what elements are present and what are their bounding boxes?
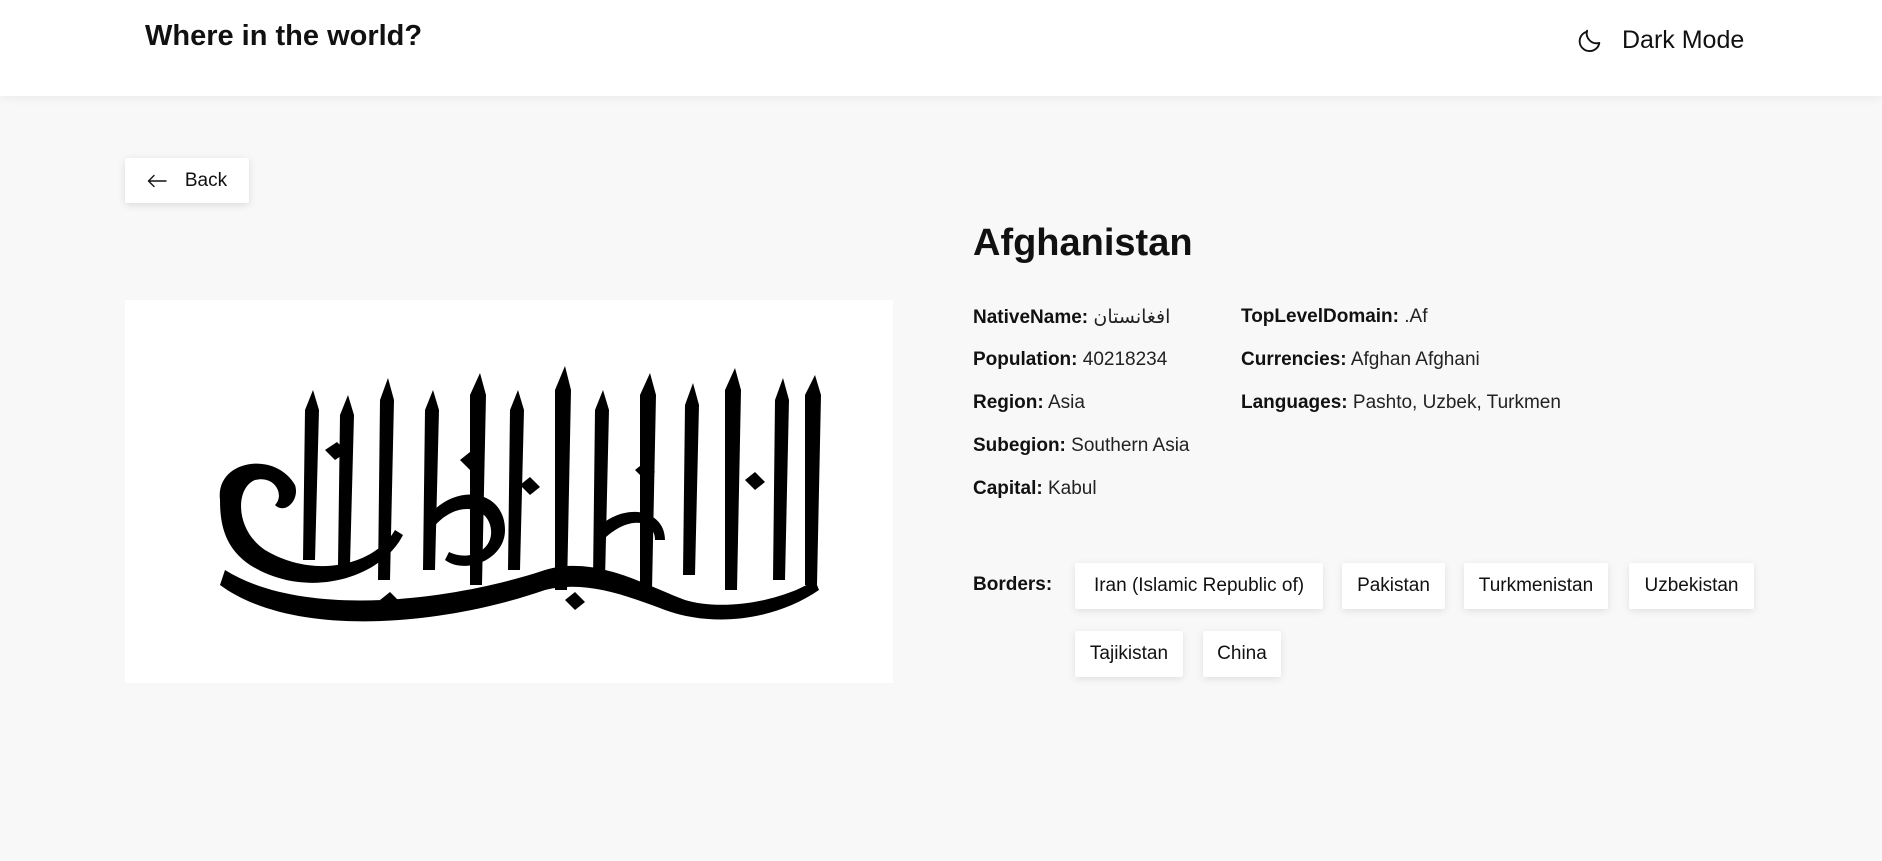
region-row: Region: Asia — [973, 392, 1085, 414]
top-level-domain-row: TopLevelDomain: .Af — [1241, 306, 1428, 328]
borders-label: Borders: — [973, 574, 1053, 595]
native-name-row: NativeName: افغانستان — [973, 306, 1170, 329]
native-name-value: افغانستان — [1093, 307, 1171, 328]
currencies-label: Currencies: — [1241, 349, 1347, 370]
languages-value: Pashto, Uzbek, Turkmen — [1352, 392, 1561, 413]
subregion-value: Southern Asia — [1071, 435, 1190, 456]
flag-calligraphy-image — [125, 300, 893, 683]
region-label: Region: — [973, 392, 1044, 413]
country-flag — [125, 300, 893, 683]
subregion-label: Subegion: — [973, 435, 1066, 456]
capital-value: Kabul — [1047, 478, 1097, 499]
border-country-chip[interactable]: Tajikistan — [1075, 631, 1183, 677]
currencies-value: Afghan Afghani — [1350, 349, 1480, 370]
border-country-chip[interactable]: Turkmenistan — [1464, 563, 1608, 609]
population-value: 40218234 — [1082, 349, 1168, 370]
languages-label: Languages: — [1241, 392, 1348, 413]
population-row: Population: 40218234 — [973, 349, 1167, 371]
arrow-left-icon — [147, 174, 167, 187]
border-country-chip[interactable]: Uzbekistan — [1629, 563, 1754, 609]
region-value: Asia — [1047, 392, 1085, 413]
native-name-label: NativeName: — [973, 307, 1089, 328]
back-button-label: Back — [184, 169, 228, 191]
currencies-row: Currencies: Afghan Afghani — [1241, 349, 1480, 371]
top-level-domain-label: TopLevelDomain: — [1241, 306, 1399, 327]
moon-icon — [1578, 29, 1601, 52]
border-country-chip[interactable]: China — [1203, 631, 1281, 677]
border-country-chip[interactable]: Pakistan — [1342, 563, 1445, 609]
country-name: Afghanistan — [973, 222, 1193, 264]
languages-row: Languages: Pashto, Uzbek, Turkmen — [1241, 392, 1561, 414]
top-header: Where in the world? Dark Mode — [0, 0, 1882, 96]
border-country-chip[interactable]: Iran (Islamic Republic of) — [1075, 563, 1323, 609]
dark-mode-label: Dark Mode — [1622, 25, 1745, 54]
subregion-row: Subegion: Southern Asia — [973, 435, 1189, 457]
capital-row: Capital: Kabul — [973, 478, 1097, 500]
capital-label: Capital: — [973, 478, 1043, 499]
top-level-domain-value: .Af — [1404, 306, 1428, 327]
app-title: Where in the world? — [145, 20, 423, 52]
dark-mode-toggle[interactable]: Dark Mode — [1576, 20, 1744, 60]
population-label: Population: — [973, 349, 1078, 370]
back-button[interactable]: Back — [125, 158, 249, 203]
